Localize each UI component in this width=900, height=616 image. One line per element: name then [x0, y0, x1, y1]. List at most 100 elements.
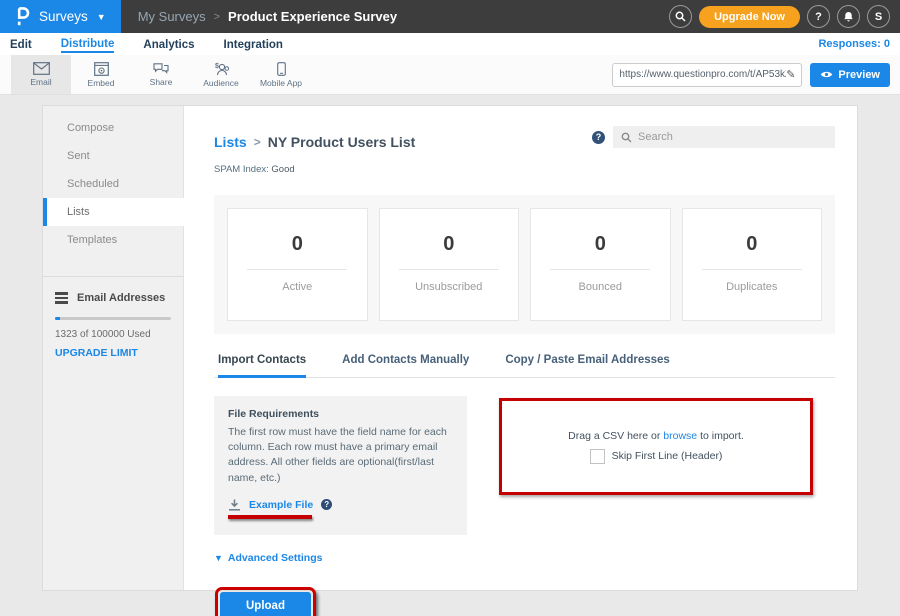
import-tabs: Import Contacts Add Contacts Manually Co…: [214, 354, 835, 378]
stat-label: Bounced: [531, 281, 670, 293]
preview-button[interactable]: Preview: [810, 63, 890, 87]
stat-card-bounced: 0 Bounced: [530, 208, 671, 321]
embed-icon: [94, 62, 109, 76]
survey-url-input[interactable]: [619, 69, 786, 80]
stat-card-unsubscribed: 0 Unsubscribed: [379, 208, 520, 321]
breadcrumb-separator: >: [254, 135, 261, 149]
caret-down-icon: ▼: [214, 553, 223, 563]
sidebar-item-lists[interactable]: Lists: [43, 198, 184, 226]
file-requirements-title: File Requirements: [228, 408, 453, 420]
stat-card-active: 0 Active: [227, 208, 368, 321]
stat-card-duplicates: 0 Duplicates: [682, 208, 823, 321]
stat-label: Duplicates: [683, 281, 822, 293]
sidebar-item-scheduled[interactable]: Scheduled: [43, 170, 183, 198]
channel-audience[interactable]: $ Audience: [191, 55, 251, 94]
stat-label: Unsubscribed: [380, 281, 519, 293]
email-sidebar: Compose Sent Scheduled Lists Templates E…: [43, 106, 184, 590]
browse-link[interactable]: browse: [663, 430, 697, 442]
email-usage-text: 1323 of 100000 Used: [55, 329, 171, 340]
csv-dropzone[interactable]: Drag a CSV here or browse to import. Ski…: [499, 398, 813, 495]
mobile-app-icon: [277, 62, 286, 76]
bell-icon: [843, 11, 854, 23]
sidebar-item-sent[interactable]: Sent: [43, 142, 183, 170]
responses-count[interactable]: Responses: 0: [818, 38, 890, 50]
dropzone-text: Drag a CSV here or browse to import.: [568, 430, 744, 442]
list-breadcrumb: Lists > NY Product Users List: [214, 126, 415, 150]
user-avatar[interactable]: S: [867, 5, 890, 28]
nav-item-integration[interactable]: Integration: [224, 37, 283, 52]
breadcrumb-current-survey: Product Experience Survey: [228, 9, 397, 24]
global-search-button[interactable]: [669, 5, 692, 28]
audience-icon: $: [212, 62, 230, 76]
annotation-underline-example-file: [228, 515, 312, 519]
email-addresses-title: Email Addresses: [77, 292, 165, 304]
advanced-settings-toggle[interactable]: ▼ Advanced Settings: [214, 552, 835, 564]
main-panel: Compose Sent Scheduled Lists Templates E…: [42, 105, 858, 591]
breadcrumb: My Surveys > Product Experience Survey: [138, 9, 397, 24]
distribute-toolbar: Email Embed Share $ Audience Mobile App …: [0, 55, 900, 95]
channel-mobile-app[interactable]: Mobile App: [251, 55, 311, 94]
upgrade-limit-link[interactable]: UPGRADE LIMIT: [55, 347, 171, 359]
svg-text:$: $: [215, 63, 219, 70]
email-icon: [33, 62, 50, 75]
breadcrumb-my-surveys[interactable]: My Surveys: [138, 9, 206, 24]
channel-embed[interactable]: Embed: [71, 55, 131, 94]
list-help-icon[interactable]: ?: [592, 131, 605, 144]
product-menu[interactable]: Surveys ▼: [0, 0, 121, 33]
breadcrumb-separator: >: [214, 11, 220, 23]
preview-label: Preview: [838, 69, 880, 81]
share-icon: [153, 62, 169, 75]
contact-search-box: [613, 126, 835, 148]
sidebar-item-templates[interactable]: Templates: [43, 226, 183, 254]
stat-value: 0: [228, 233, 367, 256]
nav-item-analytics[interactable]: Analytics: [143, 37, 194, 52]
file-requirements-panel: File Requirements The first row must hav…: [214, 396, 467, 535]
notifications-button[interactable]: [837, 5, 860, 28]
download-icon: [228, 499, 241, 511]
nav-item-edit[interactable]: Edit: [10, 37, 32, 52]
channel-embed-label: Embed: [88, 78, 115, 88]
sidebar-item-compose[interactable]: Compose: [43, 114, 183, 142]
product-menu-label: Surveys: [39, 9, 88, 24]
stat-value: 0: [531, 233, 670, 256]
skip-first-line-checkbox[interactable]: [590, 449, 605, 464]
upgrade-now-button[interactable]: Upgrade Now: [699, 6, 800, 28]
example-file-link[interactable]: Example File: [249, 499, 313, 511]
breadcrumb-lists-link[interactable]: Lists: [214, 134, 247, 150]
list-content: Lists > NY Product Users List ? SPAM Ind…: [184, 106, 857, 590]
advanced-settings-label: Advanced Settings: [228, 552, 323, 564]
tab-import-contacts[interactable]: Import Contacts: [218, 354, 306, 378]
spam-index: SPAM Index: Good: [214, 164, 835, 175]
tab-add-contacts-manually[interactable]: Add Contacts Manually: [342, 354, 469, 377]
channel-share-label: Share: [150, 77, 173, 87]
caret-down-icon: ▼: [97, 12, 106, 22]
email-usage-progressbar: [55, 317, 171, 320]
stat-value: 0: [380, 233, 519, 256]
example-file-help-icon[interactable]: ?: [321, 499, 332, 510]
channel-share[interactable]: Share: [131, 55, 191, 94]
eye-icon: [820, 70, 833, 79]
upload-button[interactable]: Upload: [220, 592, 311, 616]
channel-audience-label: Audience: [203, 78, 238, 88]
nav-item-distribute[interactable]: Distribute: [61, 36, 115, 53]
search-icon: [621, 132, 632, 143]
annotation-box-upload: Upload: [215, 587, 316, 616]
contact-search-input[interactable]: [638, 131, 827, 143]
search-icon: [675, 11, 686, 22]
list-title: NY Product Users List: [268, 134, 416, 150]
spam-index-value: Good: [271, 164, 294, 175]
skip-first-line-label: Skip First Line (Header): [612, 450, 723, 462]
help-button[interactable]: ?: [807, 5, 830, 28]
channel-email[interactable]: Email: [11, 55, 71, 94]
stat-label: Active: [228, 281, 367, 293]
email-addresses-header[interactable]: Email Addresses: [55, 292, 171, 304]
edit-url-icon[interactable]: ✎: [786, 68, 795, 81]
list-icon: [55, 292, 68, 304]
top-bar: Surveys ▼ My Surveys > Product Experienc…: [0, 0, 900, 33]
spam-index-label: SPAM Index:: [214, 164, 269, 175]
list-stats: 0 Active 0 Unsubscribed 0 Bounced 0 Dupl…: [214, 195, 835, 334]
survey-url-box: ✎: [612, 63, 802, 87]
tab-copy-paste-email-addresses[interactable]: Copy / Paste Email Addresses: [505, 354, 669, 377]
email-addresses-block: Email Addresses 1323 of 100000 Used UPGR…: [43, 277, 183, 359]
channel-email-label: Email: [30, 77, 51, 87]
